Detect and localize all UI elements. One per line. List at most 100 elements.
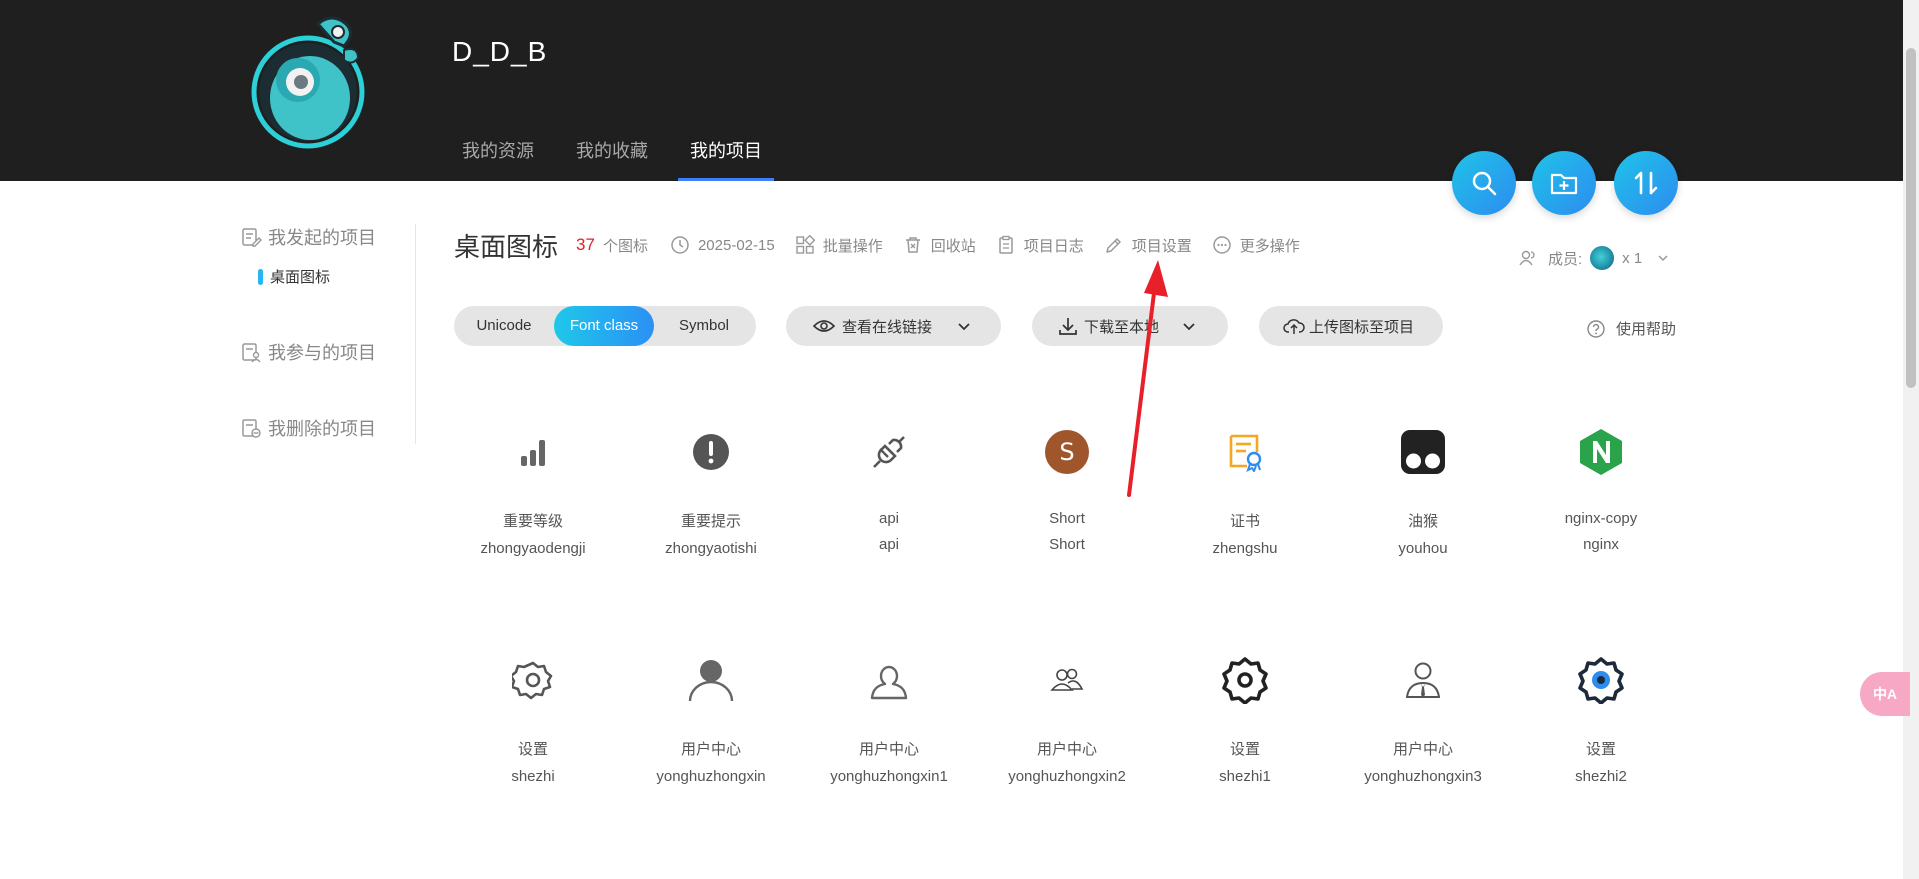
- batch-operation-label: 批量操作: [822, 237, 883, 255]
- search-button[interactable]: [1452, 151, 1516, 215]
- icon-code: zhongyaotishi: [665, 540, 757, 557]
- annotation-arrow: [1127, 260, 1168, 497]
- sidebar-initiated-projects[interactable]: 我发起的项目: [240, 224, 415, 250]
- icon-card[interactable]: 用户中心 yonghuzhongxin2: [978, 648, 1156, 785]
- members-dropdown[interactable]: 成员: x 1: [1518, 246, 1670, 270]
- project-log-label: 项目日志: [1023, 237, 1084, 255]
- document-user-icon: [242, 343, 261, 363]
- sidebar-label: 我参与的项目: [268, 343, 376, 363]
- icon-count: 37: [576, 235, 595, 254]
- view-online-link-label: 查看在线链接: [842, 318, 933, 336]
- sidebar-item-desktop-icons[interactable]: 桌面图标: [258, 266, 415, 287]
- download-icon: [1059, 318, 1077, 335]
- icon-name: nginx-copy: [1564, 510, 1638, 527]
- icon-code: nginx: [1583, 536, 1619, 553]
- top-header: D_D_B 我的资源 我的收藏 我的项目: [0, 0, 1903, 181]
- icon-code: shezhi: [511, 768, 555, 785]
- pencil-icon: [1105, 238, 1121, 253]
- icon-code: zhongyaodengji: [480, 540, 586, 557]
- trash-icon: [905, 237, 920, 253]
- icon-name: 用户中心: [1036, 741, 1097, 758]
- avatar[interactable]: [248, 10, 378, 150]
- nav-my-projects[interactable]: 我的项目: [678, 128, 774, 181]
- nav-my-resources[interactable]: 我的资源: [450, 128, 546, 181]
- batch-operation-button[interactable]: 批量操作: [795, 235, 883, 256]
- sidebar-item-label: 桌面图标: [270, 269, 331, 286]
- sidebar-participated-projects[interactable]: 我参与的项目: [240, 339, 415, 365]
- tab-symbol[interactable]: Symbol: [654, 306, 754, 346]
- translate-button[interactable]: 中A: [1860, 672, 1910, 716]
- project-title: 桌面图标: [454, 231, 559, 262]
- icon-count-suffix: 个图标: [602, 237, 648, 255]
- icon-code: shezhi2: [1575, 768, 1627, 785]
- project-date-text: 2025-02-15: [697, 236, 775, 254]
- help-icon: [1587, 319, 1605, 338]
- svg-text:S: S: [1059, 438, 1074, 466]
- icon-code: yonghuzhongxin2: [1008, 768, 1126, 785]
- more-actions-button[interactable]: 更多操作: [1212, 235, 1300, 256]
- new-folder-icon: [1550, 173, 1578, 195]
- cloud-upload-icon: [1283, 319, 1305, 334]
- icon-card[interactable]: api api: [800, 420, 978, 553]
- clock-icon: [671, 236, 689, 254]
- chevron-down-icon: [958, 323, 970, 331]
- search-icon: [1472, 171, 1497, 196]
- icon-card[interactable]: 油猴 youhou: [1334, 420, 1512, 557]
- icon-name: 重要提示: [680, 513, 741, 530]
- user-solid-icon: [688, 660, 734, 702]
- icon-card[interactable]: 用户中心 yonghuzhongxin3: [1334, 648, 1512, 785]
- project-header: 桌面图标 37 个图标 2025-02-15 批量操作 回收站 项目日志 项目设…: [454, 226, 1320, 264]
- eye-icon: [812, 320, 836, 332]
- project-settings-button[interactable]: 项目设置: [1104, 235, 1192, 256]
- icon-code: yonghuzhongxin: [656, 768, 766, 785]
- new-folder-button[interactable]: [1532, 151, 1596, 215]
- signal-bars-icon: [521, 440, 545, 466]
- icon-name: 设置: [1585, 741, 1616, 758]
- icon-name: api: [878, 510, 900, 527]
- project-date: 2025-02-15: [670, 235, 775, 255]
- user-name: D_D_B: [452, 36, 548, 67]
- user-group-icon: [1050, 668, 1084, 691]
- user-outline-icon: [870, 665, 908, 700]
- chevron-down-icon: [1183, 323, 1195, 331]
- icon-name: 重要等级: [502, 513, 563, 530]
- upload-icons-button[interactable]: 上传图标至项目: [1259, 306, 1443, 346]
- sidebar-deleted-projects[interactable]: 我删除的项目: [240, 415, 415, 441]
- certificate-icon: [1229, 434, 1262, 472]
- exclamation-icon: [693, 434, 729, 470]
- icon-name: 证书: [1229, 513, 1260, 530]
- icon-card[interactable]: 设置 shezhi1: [1156, 648, 1334, 785]
- grid-icon: [795, 235, 815, 254]
- recycle-bin-button[interactable]: 回收站: [903, 235, 976, 256]
- view-online-link-button[interactable]: 查看在线链接: [786, 306, 1001, 346]
- icon-card[interactable]: 用户中心 yonghuzhongxin: [622, 648, 800, 785]
- members-count: x 1: [1622, 249, 1643, 267]
- tab-font-class[interactable]: Font class: [554, 306, 654, 346]
- icon-code: yonghuzhongxin3: [1364, 768, 1482, 785]
- icon-card[interactable]: 设置 shezhi: [444, 648, 622, 785]
- recycle-bin-label: 回收站: [930, 237, 976, 255]
- icon-code: api: [878, 536, 900, 553]
- icon-card[interactable]: 证书 zhengshu: [1156, 420, 1334, 557]
- icon-card[interactable]: nginx-copy nginx: [1512, 420, 1690, 553]
- page-scrollbar[interactable]: [1903, 0, 1919, 879]
- help-link[interactable]: 使用帮助: [1586, 318, 1676, 339]
- icon-card[interactable]: 设置 shezhi2: [1512, 648, 1690, 785]
- nav-my-favorites[interactable]: 我的收藏: [564, 128, 660, 181]
- icon-name: 设置: [1229, 741, 1260, 758]
- project-sidebar: 我发起的项目 桌面图标 我参与的项目 我删除的项目: [240, 224, 416, 444]
- tampermonkey-icon: [1401, 430, 1445, 474]
- user-tie-icon: [1405, 662, 1441, 698]
- document-edit-icon: [242, 228, 262, 247]
- gear-bold-icon: [1222, 657, 1268, 704]
- project-log-button[interactable]: 项目日志: [996, 235, 1084, 256]
- sort-button[interactable]: [1614, 151, 1678, 215]
- gear-outline-icon: [512, 661, 553, 700]
- tab-unicode[interactable]: Unicode: [454, 306, 554, 346]
- scroll-thumb[interactable]: [1906, 48, 1916, 388]
- members-label: 成员:: [1548, 250, 1583, 268]
- icon-card[interactable]: 用户中心 yonghuzhongxin1: [800, 648, 978, 785]
- icon-card[interactable]: 重要等级 zhongyaodengji: [444, 420, 622, 557]
- project-settings-label: 项目设置: [1131, 237, 1192, 255]
- icon-card[interactable]: 重要提示 zhongyaotishi: [622, 420, 800, 557]
